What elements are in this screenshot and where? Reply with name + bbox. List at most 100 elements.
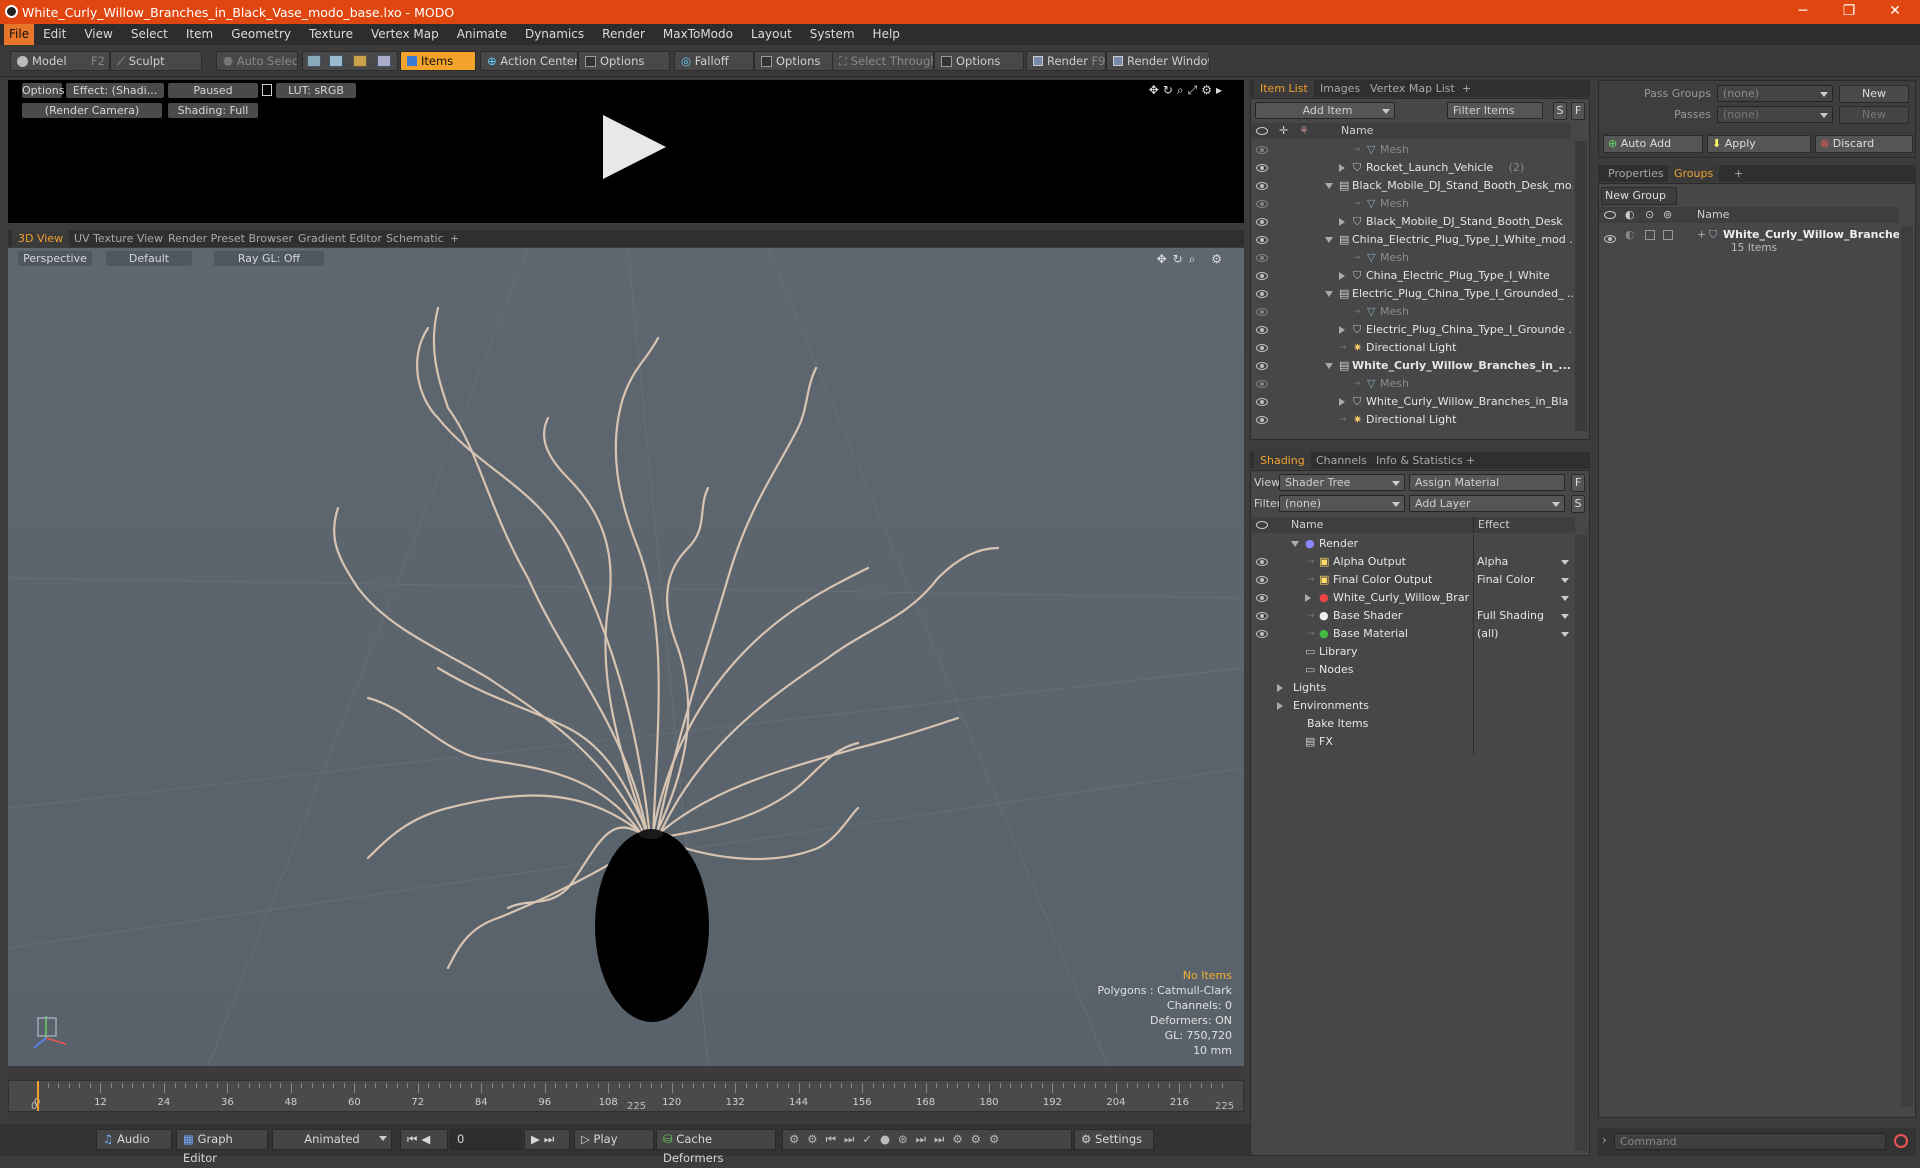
cache-deformers-button[interactable]: ⛁ Cache Deformers xyxy=(656,1129,776,1165)
timeline-ruler[interactable]: 0122436486072849610812013214415616818019… xyxy=(8,1080,1244,1112)
viewport-tab-[interactable]: + xyxy=(444,230,465,247)
new-group-button[interactable]: New Group xyxy=(1601,187,1677,205)
collapse-icon[interactable] xyxy=(1325,183,1333,189)
collapse-icon[interactable] xyxy=(1325,237,1333,243)
range-mid[interactable]: 225 xyxy=(627,1101,646,1112)
projection-dropdown[interactable]: Perspective xyxy=(18,251,92,266)
lock-toggle[interactable] xyxy=(1645,230,1655,240)
shader-row[interactable]: Bake Items xyxy=(1251,715,1575,733)
auto-add-button[interactable]: ⊕ Auto Add xyxy=(1603,135,1703,153)
grp-tab-groups[interactable]: Groups xyxy=(1668,165,1720,182)
shader-row[interactable]: ▤ FX xyxy=(1251,733,1575,751)
collapse-icon[interactable] xyxy=(1325,363,1333,369)
view-dropdown[interactable]: Shader Tree xyxy=(1279,474,1405,491)
animated-dropdown[interactable]: Animated xyxy=(272,1129,392,1150)
preview-options-button[interactable]: Options xyxy=(22,83,64,98)
add-layer-dropdown[interactable]: Add Layer xyxy=(1409,495,1565,512)
viewport-nav-icons[interactable]: ✥↻⌕ ⚙ xyxy=(1157,252,1228,267)
auto-select-button[interactable]: ⬣ Auto Select xyxy=(216,51,298,71)
eye-icon[interactable] xyxy=(1256,558,1268,566)
eye-icon[interactable] xyxy=(1256,290,1268,298)
shading-tab-channels[interactable]: Channels xyxy=(1310,452,1373,469)
item-row[interactable]: ▤ Electric_Plug_China_Type_I_Grounded_ ..… xyxy=(1251,285,1573,303)
expand-icon[interactable] xyxy=(1277,684,1283,692)
itemlist-tab-images[interactable]: Images xyxy=(1314,80,1366,97)
item-row[interactable]: → ▽ Mesh xyxy=(1251,303,1573,321)
expand-icon[interactable]: + xyxy=(1697,226,1706,244)
eye-icon[interactable] xyxy=(1256,380,1268,388)
shader-row[interactable]: → ● Base Material (all) xyxy=(1251,625,1575,643)
3d-viewport[interactable]: Perspective Default Ray GL: Off ✥↻⌕ ⚙ No… xyxy=(8,248,1244,1066)
menu-animate[interactable]: Animate xyxy=(448,24,516,45)
item-row[interactable]: ⛉ White_Curly_Willow_Branches_in_Bla ... xyxy=(1251,393,1573,411)
effect-dropdown[interactable]: Alpha xyxy=(1477,553,1573,571)
eye-icon[interactable] xyxy=(1256,416,1268,424)
grp-tab-properties[interactable]: Properties xyxy=(1602,165,1670,182)
audio-button[interactable]: ♫ Audio xyxy=(96,1129,172,1150)
menu-select[interactable]: Select xyxy=(122,24,177,45)
key-next-buttons[interactable]: ▶⏭ xyxy=(524,1129,570,1150)
menu-render[interactable]: Render xyxy=(593,24,654,45)
menu-vertex-map[interactable]: Vertex Map xyxy=(362,24,448,45)
collapse-icon[interactable] xyxy=(1325,291,1333,297)
command-input[interactable]: Command xyxy=(1614,1133,1886,1150)
group-row[interactable]: ◐ + ⛉ White_Curly_Willow_Branche... 15 I… xyxy=(1599,226,1899,258)
eye-icon[interactable] xyxy=(1256,182,1268,190)
item-row[interactable]: → ✷ Directional Light xyxy=(1251,339,1573,357)
sculpt-mode-button[interactable]: ⟋ Sculpt xyxy=(110,51,202,71)
collapse-icon[interactable] xyxy=(1291,541,1299,547)
polygons-mode-icon[interactable] xyxy=(353,55,367,67)
menu-geometry[interactable]: Geometry xyxy=(222,24,300,45)
apply-button[interactable]: ⬇ Apply xyxy=(1707,135,1811,153)
render-toggle-icon[interactable]: ◐ xyxy=(1625,226,1635,244)
expand-icon[interactable] xyxy=(1339,218,1345,226)
groups-scrollbar[interactable] xyxy=(1901,226,1913,1106)
eye-icon[interactable] xyxy=(1256,612,1268,620)
item-row[interactable]: ⛉ Electric_Plug_China_Type_I_Grounde ... xyxy=(1251,321,1573,339)
grp-tab-[interactable]: + xyxy=(1728,165,1749,182)
eye-icon[interactable] xyxy=(1256,164,1268,172)
materials-mode-icon[interactable] xyxy=(377,55,391,67)
item-row[interactable]: → ✷ Directional Light xyxy=(1251,411,1573,429)
menu-system[interactable]: System xyxy=(801,24,864,45)
expand-icon[interactable] xyxy=(1339,326,1345,334)
range-end[interactable]: 225 xyxy=(1215,1101,1234,1112)
lut-dropdown[interactable]: LUT: sRGB xyxy=(276,83,356,98)
menu-texture[interactable]: Texture xyxy=(300,24,362,45)
item-row[interactable]: ⛉China_Electric_Plug_Type_I_White(2) xyxy=(1251,267,1573,285)
edges-mode-icon[interactable] xyxy=(329,55,343,67)
shader-row[interactable]: ▭ Library xyxy=(1251,643,1575,661)
eye-icon[interactable] xyxy=(1256,254,1268,262)
shading-tab-shading[interactable]: Shading xyxy=(1254,452,1311,469)
raygl-toggle[interactable]: Ray GL: Off xyxy=(214,251,324,266)
play-preview-icon[interactable] xyxy=(603,115,666,179)
shader-row[interactable]: → ● Base Shader Full Shading xyxy=(1251,607,1575,625)
item-row[interactable]: ▤ White_Curly_Willow_Branches_in_... xyxy=(1251,357,1573,375)
eye-icon[interactable] xyxy=(1256,630,1268,638)
menu-maxtomodo[interactable]: MaxToModo xyxy=(654,24,742,45)
eye-icon[interactable] xyxy=(1256,594,1268,602)
record-icon[interactable] xyxy=(1894,1134,1908,1148)
options-button-2[interactable]: Options xyxy=(754,51,834,71)
effect-dropdown[interactable]: Final Color xyxy=(1477,571,1573,589)
filter-f-button[interactable]: F xyxy=(1571,102,1585,120)
render-button[interactable]: Render F9 xyxy=(1026,51,1106,71)
select-through-button[interactable]: ⛶ Select Through xyxy=(832,51,934,71)
shader-row[interactable]: ▭ Nodes xyxy=(1251,661,1575,679)
select-toggle[interactable] xyxy=(1663,230,1673,240)
item-row[interactable]: ▤ Black_Mobile_DJ_Stand_Booth_Desk_mo... xyxy=(1251,177,1573,195)
model-mode-button[interactable]: Model F2 xyxy=(10,51,110,71)
item-list-scrollbar[interactable] xyxy=(1575,141,1587,431)
viewport-tab-render-preset-browser[interactable]: Render Preset Browser xyxy=(162,230,299,247)
menu-file[interactable]: File xyxy=(4,24,35,45)
shader-row[interactable]: → ▣ Alpha Output Alpha xyxy=(1251,553,1575,571)
new-pass-group-button[interactable]: New xyxy=(1839,85,1909,103)
action-center-button[interactable]: ⊕ Action Center xyxy=(480,51,578,71)
expand-icon[interactable] xyxy=(1305,594,1311,602)
options-button-1[interactable]: Options xyxy=(578,51,670,71)
shader-row[interactable]: ● Render xyxy=(1251,535,1575,553)
add-item-dropdown[interactable]: Add Item xyxy=(1255,102,1395,119)
filter-items-field[interactable]: Filter Items xyxy=(1447,102,1543,119)
effect-dropdown[interactable]: (all) xyxy=(1477,625,1573,643)
viewport-tab-3d-view[interactable]: 3D View xyxy=(12,230,70,247)
